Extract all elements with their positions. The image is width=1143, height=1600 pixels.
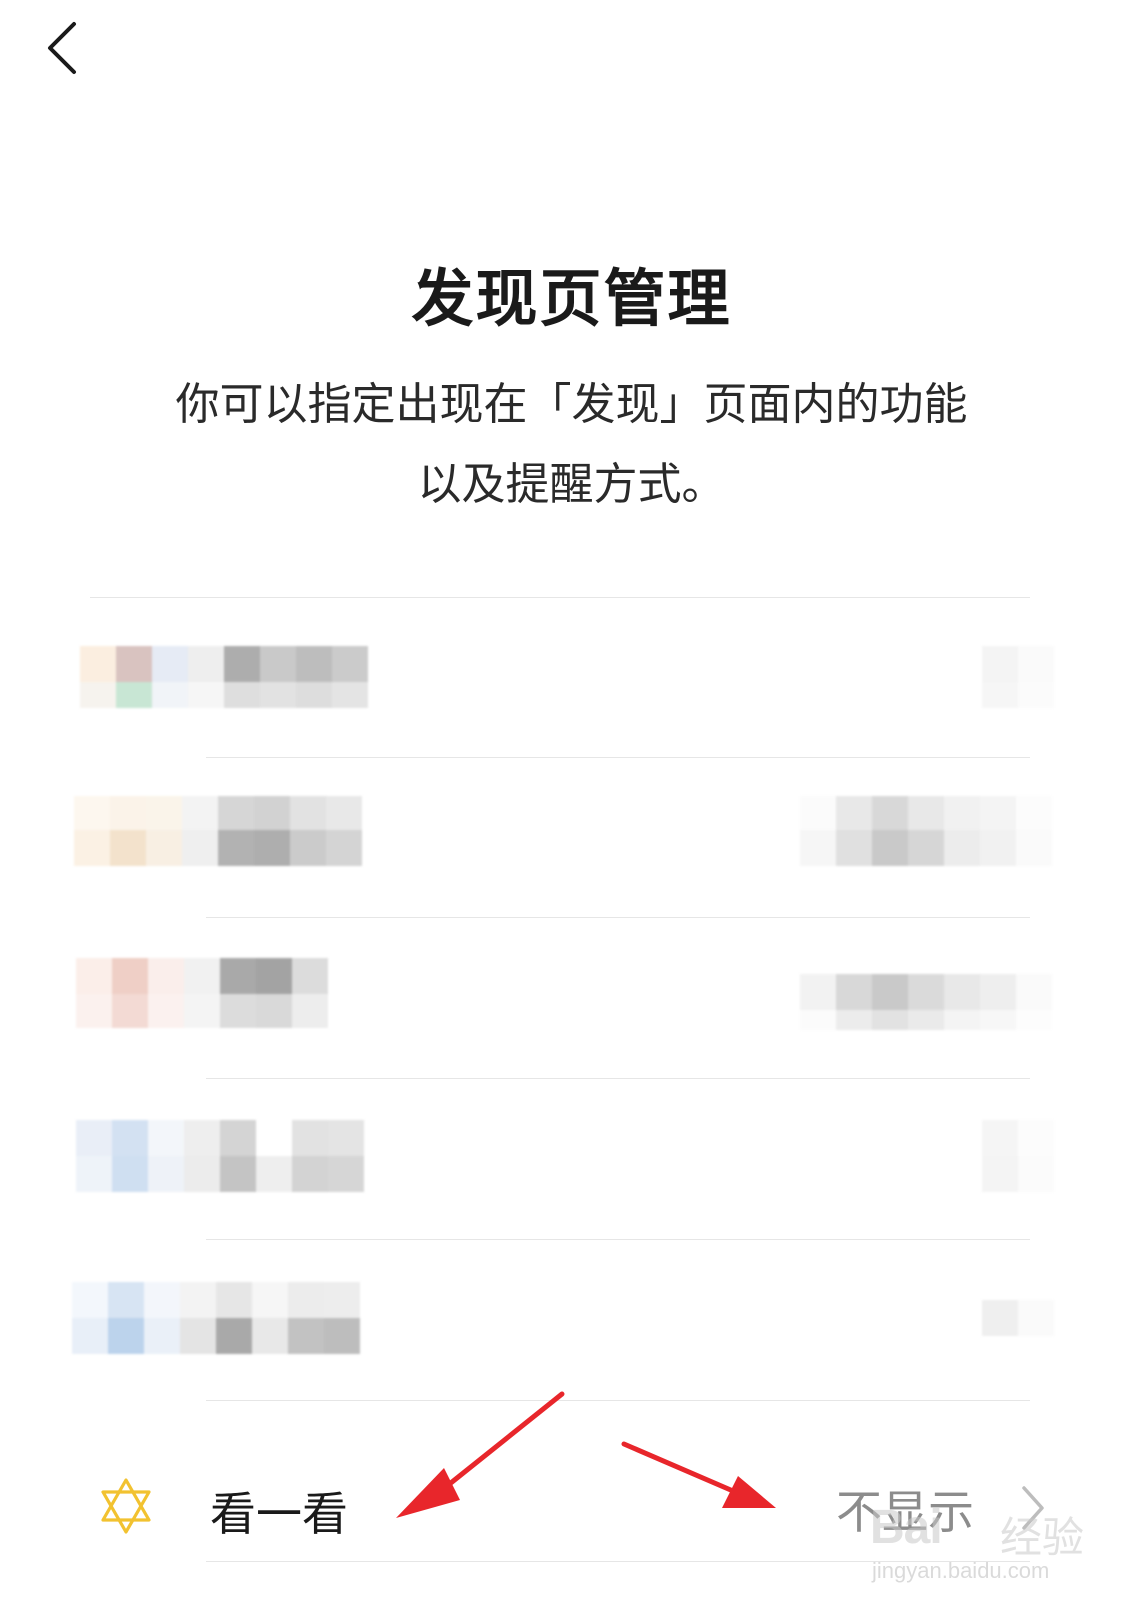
page-description: 你可以指定出现在「发现」页面内的功能 以及提醒方式。 (80, 365, 1063, 525)
page-title: 发现页管理 (411, 262, 732, 335)
row-divider (206, 1400, 1030, 1401)
list-item-obscured-4[interactable] (0, 1080, 1143, 1220)
list-item-obscured-5[interactable] (0, 1242, 1143, 1382)
pixelated-label (76, 1120, 364, 1192)
chevron-left-icon (48, 22, 76, 74)
list-item-obscured-1[interactable] (0, 600, 1143, 740)
row-divider (206, 1078, 1030, 1079)
description-line-1: 你可以指定出现在「发现」页面内的功能 (175, 379, 968, 430)
watermark-brand: 经验 (1000, 1513, 1085, 1562)
pixelated-value (800, 974, 1052, 1030)
pixelated-value (982, 1300, 1054, 1336)
row-divider (206, 757, 1030, 758)
list-item-obscured-3[interactable] (0, 920, 1143, 1060)
watermark-logo: Bai (870, 1501, 943, 1554)
watermark-url: jingyan.baidu.com (872, 1558, 1050, 1583)
star-of-david-icon (101, 1478, 151, 1534)
pixelated-value (982, 1120, 1054, 1192)
pixelated-value (982, 646, 1054, 708)
back-button[interactable] (38, 18, 98, 78)
pixelated-value (800, 796, 1052, 866)
list-top-divider (90, 597, 1030, 598)
pixelated-label (72, 1282, 360, 1354)
pixelated-label (76, 958, 328, 1028)
list-item-obscured-2[interactable] (0, 760, 1143, 900)
watermark: Bai 经验 jingyan.baidu.com (870, 1500, 1100, 1600)
pixelated-label (74, 796, 362, 866)
kankan-label: 看一看 (210, 1487, 348, 1541)
row-divider (206, 1239, 1030, 1240)
description-line-2: 以及提醒方式。 (417, 459, 726, 510)
row-divider (206, 917, 1030, 918)
pixelated-label (80, 646, 368, 708)
